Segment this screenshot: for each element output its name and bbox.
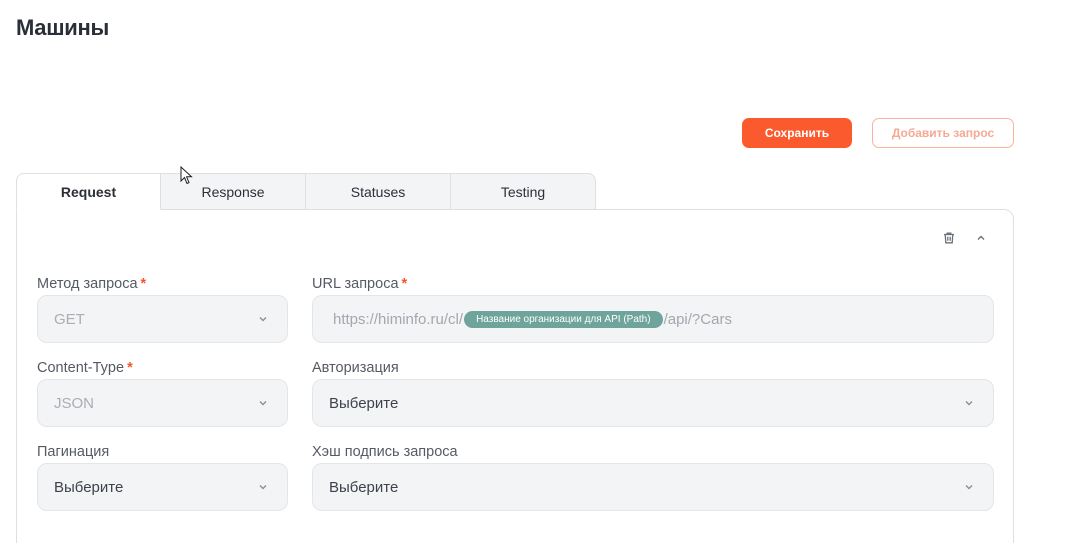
tab-statuses[interactable]: Statuses	[306, 173, 451, 210]
tab-request[interactable]: Request	[16, 173, 161, 210]
url-label: URL запроса *	[312, 276, 407, 292]
hash-signature-label: Хэш подпись запроса	[312, 444, 458, 460]
authorization-value: Выберите	[329, 394, 399, 412]
hash-signature-value: Выберите	[329, 478, 399, 496]
request-tabs: Request Response Statuses Testing	[16, 173, 596, 210]
required-mark: *	[401, 276, 408, 292]
chevron-down-icon	[965, 401, 973, 406]
request-panel: Метод запроса * GET URL запроса * https://…	[16, 209, 1014, 543]
url-suffix: /api/?Cars	[663, 310, 732, 328]
page-title: Машины	[16, 15, 109, 40]
content-type-label-text: Content-Type	[37, 360, 125, 376]
pagination-value: Выберите	[54, 478, 124, 496]
method-select[interactable]: GET	[37, 295, 288, 343]
hash-signature-select[interactable]: Выберите	[312, 463, 994, 511]
chevron-down-icon	[259, 317, 267, 322]
required-mark: *	[127, 360, 133, 376]
content-type-label: Content-Type *	[37, 360, 133, 376]
content-type-value: JSON	[54, 394, 95, 412]
method-value: GET	[54, 310, 85, 328]
add-request-button[interactable]: Добавить запрос	[872, 118, 1014, 148]
url-input[interactable]: https://himinfo.ru/cl/Название организац…	[312, 295, 994, 343]
chevron-down-icon	[965, 485, 973, 490]
pagination-select[interactable]: Выберите	[37, 463, 288, 511]
trash-icon[interactable]	[941, 230, 957, 246]
authorization-label: Авторизация	[312, 360, 399, 376]
content-type-select[interactable]: JSON	[37, 379, 288, 427]
chevron-down-icon	[259, 485, 267, 490]
required-mark: *	[140, 276, 147, 292]
save-button[interactable]: Сохранить	[742, 118, 852, 148]
tab-testing[interactable]: Testing	[451, 173, 596, 210]
url-label-text: URL запроса	[312, 276, 399, 292]
method-label: Метод запроса *	[37, 276, 146, 292]
pagination-label: Пагинация	[37, 444, 110, 460]
chevron-down-icon	[259, 401, 267, 406]
mouse-cursor-icon	[180, 166, 193, 185]
chevron-up-icon[interactable]	[973, 230, 989, 246]
method-label-text: Метод запроса	[37, 276, 138, 292]
url-prefix: https://himinfo.ru/cl/	[333, 310, 464, 328]
path-param-pill[interactable]: Название организации для API (Path)	[464, 310, 663, 328]
authorization-select[interactable]: Выберите	[312, 379, 994, 427]
